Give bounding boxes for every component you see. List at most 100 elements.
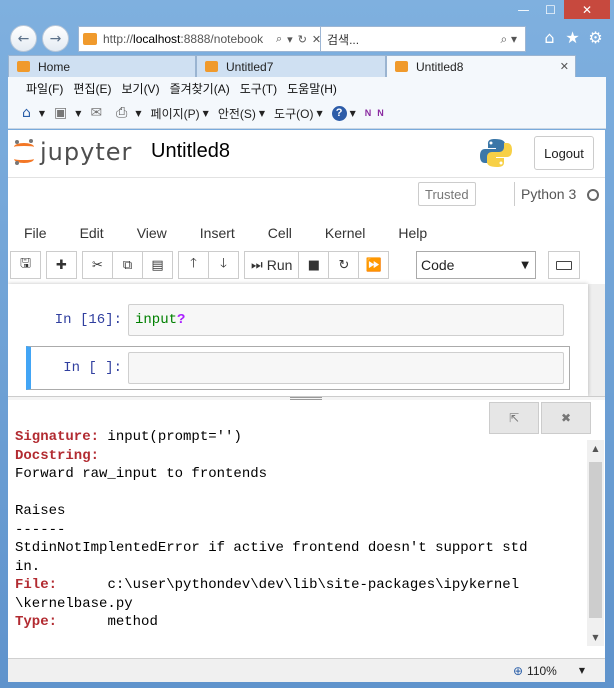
menu-file[interactable]: 파일(F) [26,80,63,97]
tools-label: 도구(O) [274,106,314,121]
signature-value: input(prompt='') [107,429,242,445]
interrupt-button[interactable]: ■ [298,251,330,279]
minimize-button[interactable]: — [510,0,537,19]
tab-untitled7[interactable]: Untitled7 [196,55,386,77]
safety-command[interactable]: 안전(S) ▼ [218,105,265,122]
menu-edit[interactable]: Edit [80,225,104,241]
home-icon: ⌂ [22,105,31,121]
browser-tools: ⌂ ★ ⚙ [541,28,604,47]
search-icon[interactable]: ⌕ ▾ [500,32,517,47]
cell-type-select[interactable]: Code ▼ [416,251,536,279]
favorites-star-icon[interactable]: ★ [564,28,581,47]
notebook-area: In [16]: input? In [ ]: [8,284,605,396]
menu-tools[interactable]: 도구(T) [240,80,277,97]
dropdown-icon[interactable]: ▾ [287,33,293,46]
menu-cell[interactable]: Cell [268,225,292,241]
tools-command[interactable]: 도구(O) ▼ [274,105,323,122]
onenote-icon[interactable]: N [365,108,372,118]
tab-home[interactable]: Home [8,55,196,77]
pager-content: Signature: input(prompt='') Docstring: F… [15,428,585,632]
docstring-label: Docstring: [15,447,100,464]
forward-button[interactable]: → [42,25,69,52]
search-icon[interactable]: ⌕ [276,32,282,46]
restart-run-all-button[interactable]: ⏩ [358,251,390,279]
type-label: Type: [15,614,58,630]
refresh-icon[interactable]: ↻ [298,33,307,46]
pager-scrollbar[interactable]: ▲ ▼ [587,440,604,646]
code-operator: ? [177,312,186,328]
back-button[interactable]: ← [10,25,37,52]
code-input[interactable]: input? [128,304,564,336]
tab-label: Untitled7 [226,59,274,74]
help-icon: ? [331,105,347,121]
restart-button[interactable]: ↻ [328,251,360,279]
forward-arrow-icon: → [49,30,62,47]
home-command[interactable]: ⌂ ▼ [22,105,45,121]
run-button[interactable]: ⏭ Run [244,251,300,279]
help-command[interactable]: ? ▼ [331,105,356,121]
kernel-name: Python 3 [514,182,576,206]
maximize-button[interactable]: ☐ [537,0,564,19]
tab-untitled8[interactable]: Untitled8 ✕ [386,55,576,77]
feeds-command[interactable]: ▣ ▼ [54,105,81,121]
notebook-title[interactable]: Untitled8 [151,140,230,163]
refresh-icon: ↻ [338,257,350,273]
menu-help[interactable]: 도움말(H) [287,80,337,97]
cut-button[interactable]: ✂ [82,251,113,279]
jupyter-logo[interactable]: jupyter [14,138,132,166]
trusted-indicator[interactable]: Trusted [418,182,476,206]
page-command[interactable]: 페이지(P) ▼ [151,105,209,122]
settings-gear-icon[interactable]: ⚙ [587,28,604,47]
move-up-button[interactable]: 🡑 [178,251,209,279]
copy-icon: ⧉ [122,257,133,273]
url-host: localhost [133,32,181,46]
tab-label: Untitled8 [416,59,464,74]
save-button[interactable]: 🖫 [10,251,41,279]
code-cell[interactable]: In [16]: input? [24,300,570,340]
plus-icon: ✚ [56,257,67,273]
scroll-down-icon[interactable]: ▼ [587,629,604,646]
python-logo-icon [480,139,512,167]
search-box[interactable]: 검색... ⌕ ▾ [320,26,526,52]
menu-help[interactable]: Help [398,225,427,241]
paste-button[interactable]: ▤ [142,251,173,279]
menu-view[interactable]: View [137,225,167,241]
menu-kernel[interactable]: Kernel [325,225,365,241]
window-controls: — ☐ ✕ [510,0,610,19]
tab-label: Home [38,59,71,74]
insert-cell-button[interactable]: ✚ [46,251,77,279]
jupyter-header: jupyter Untitled8 Logout [8,130,605,178]
close-tab-icon[interactable]: ✕ [560,60,569,73]
page-favicon-icon [83,33,97,45]
scroll-up-icon[interactable]: ▲ [587,440,604,457]
chevron-down-icon[interactable]: ▼ [579,666,585,675]
scissors-icon: ✂ [92,257,103,273]
menu-file[interactable]: File [24,225,47,241]
notebook-sheet: In [16]: input? In [ ]: [8,284,588,396]
scroll-thumb[interactable] [589,462,602,618]
code-input[interactable] [128,352,564,384]
menu-view[interactable]: 보기(V) [121,80,159,97]
doc-line: ------ [15,521,66,538]
mail-command[interactable]: ✉ [90,105,107,121]
zoom-level[interactable]: 110% [527,664,557,678]
menu-insert[interactable]: Insert [200,225,235,241]
chevron-down-icon: ▼ [135,108,142,118]
copy-button[interactable]: ⧉ [112,251,143,279]
onenote-linked-icon[interactable]: N [377,108,384,118]
menu-edit[interactable]: 편집(E) [73,80,111,97]
print-command[interactable]: ⎙ ▼ [116,105,141,121]
menu-favorites[interactable]: 즐겨찾기(A) [170,80,230,97]
url-scheme: http:// [103,32,134,46]
printer-icon: ⎙ [116,105,128,121]
close-window-button[interactable]: ✕ [564,0,610,19]
address-bar[interactable]: http://localhost:8888/notebook ⌕ ▾ ↻ ✕ [78,26,323,52]
move-down-button[interactable]: 🡓 [208,251,239,279]
zoom-icon: ⊕ [512,663,524,678]
logout-button[interactable]: Logout [534,136,594,170]
code-cell-selected[interactable]: In [ ]: [26,346,570,390]
code-builtin: input [135,312,178,328]
command-palette-button[interactable] [548,251,580,279]
page-label: 페이지(P) [150,106,200,121]
home-icon[interactable]: ⌂ [541,28,558,47]
